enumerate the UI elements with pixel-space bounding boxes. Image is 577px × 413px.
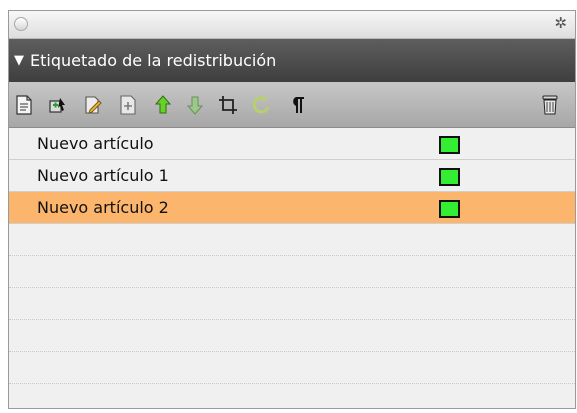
list-item[interactable]: Nuevo artículo 1 (9, 160, 575, 192)
close-icon[interactable] (14, 17, 28, 31)
disclosure-triangle-icon[interactable]: ▼ (14, 53, 24, 68)
refresh-icon[interactable] (251, 94, 273, 116)
edit-article-icon[interactable] (83, 94, 105, 116)
article-label: Nuevo artículo 2 (37, 198, 169, 217)
paragraph-icon[interactable] (285, 94, 307, 116)
empty-row (9, 384, 575, 408)
new-article-icon[interactable] (13, 94, 35, 116)
move-down-icon[interactable] (184, 94, 206, 116)
empty-row (9, 288, 575, 320)
panel-titlebar: ✲ (9, 11, 575, 39)
article-label: Nuevo artículo 1 (37, 166, 169, 185)
trash-icon[interactable] (539, 94, 561, 116)
gear-icon[interactable]: ✲ (554, 14, 567, 32)
article-list: Nuevo artículo Nuevo artículo 1 Nuevo ar… (9, 128, 575, 408)
empty-row (9, 224, 575, 256)
panel-title: Etiquetado de la redistribución (30, 51, 277, 70)
move-up-icon[interactable] (152, 94, 174, 116)
article-color-swatch (439, 200, 460, 218)
empty-row (9, 320, 575, 352)
toolbar (9, 82, 575, 128)
add-to-article-icon[interactable] (48, 94, 70, 116)
empty-row (9, 256, 575, 288)
add-element-icon[interactable] (117, 94, 139, 116)
article-label: Nuevo artículo (37, 134, 154, 153)
article-panel: ✲ ▼ Etiquetado de la redistribución Nuev… (8, 10, 576, 409)
list-item-selected[interactable]: Nuevo artículo 2 (9, 192, 575, 224)
article-color-swatch (439, 136, 460, 154)
panel-header[interactable]: ▼ Etiquetado de la redistribución (9, 39, 575, 82)
article-color-swatch (439, 168, 460, 186)
list-item[interactable]: Nuevo artículo (9, 128, 575, 160)
empty-row (9, 352, 575, 384)
crop-frame-icon[interactable] (217, 94, 239, 116)
